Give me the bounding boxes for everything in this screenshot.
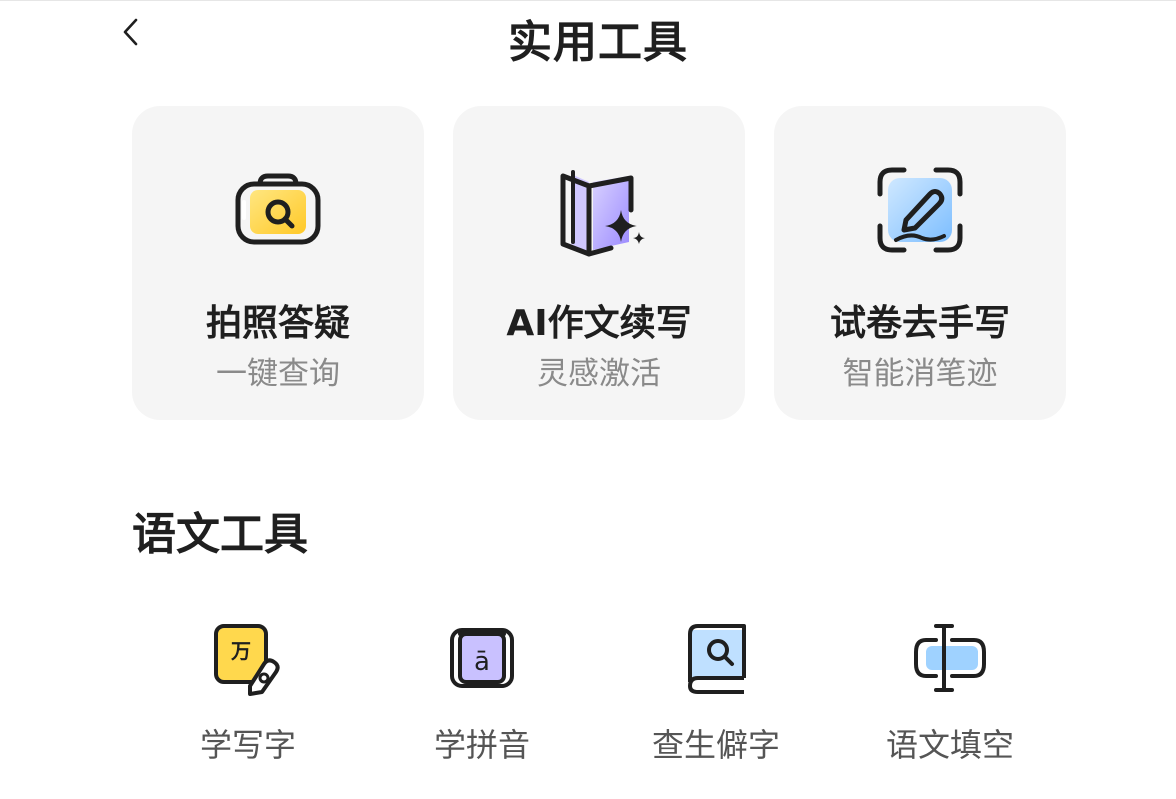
card-subtitle: 智能消笔迹 xyxy=(842,356,998,392)
card-title: AI作文续写 xyxy=(506,303,692,344)
tool-label: 语文填空 xyxy=(885,726,1014,764)
tool-label: 学写字 xyxy=(199,726,296,764)
tool-rare-character-lookup[interactable]: 查生僻字 xyxy=(616,620,816,770)
tool-learn-pinyin[interactable]: ā 学拼音 xyxy=(382,620,582,770)
pinyin-book-icon: ā xyxy=(450,628,514,688)
top-divider xyxy=(0,0,1176,1)
camera-search-icon xyxy=(235,173,321,245)
ai-book-sparkle-icon xyxy=(560,170,645,257)
card-ai-essay[interactable]: AI作文续写 灵感激活 xyxy=(453,106,745,420)
card-title: 试卷去手写 xyxy=(829,303,1010,344)
write-character-icon: 万 xyxy=(214,624,280,696)
card-subtitle: 灵感激活 xyxy=(537,356,661,392)
card-photo-qa[interactable]: 拍照答疑 一键查询 xyxy=(132,106,424,420)
card-remove-handwriting[interactable]: 试卷去手写 智能消笔迹 xyxy=(774,106,1066,420)
pinyin-badge: ā xyxy=(474,647,490,677)
page-title: 实用工具 xyxy=(508,17,688,68)
section-title: 语文工具 xyxy=(132,509,308,560)
tool-learn-writing[interactable]: 万 学写字 xyxy=(148,620,348,770)
card-title: 拍照答疑 xyxy=(205,303,350,344)
text-cursor-fill-icon xyxy=(914,624,986,692)
write-character-badge: 万 xyxy=(230,639,251,663)
tool-label: 查生僻字 xyxy=(651,726,780,764)
dictionary-search-icon xyxy=(688,624,746,694)
card-subtitle: 一键查询 xyxy=(216,356,340,392)
tool-label: 学拼音 xyxy=(433,726,530,764)
tool-fill-in-blank[interactable]: 语文填空 xyxy=(850,620,1050,770)
scan-pen-icon xyxy=(877,167,963,253)
